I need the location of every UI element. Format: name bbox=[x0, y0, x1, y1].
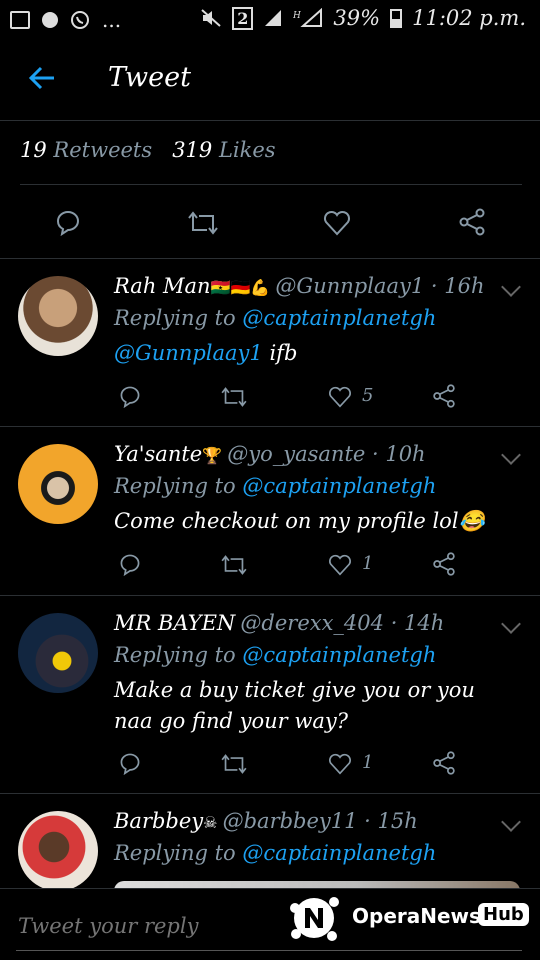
reply-tweet[interactable]: Barbbey☠ @barbbey11 · 15h Replying to @c… bbox=[0, 793, 540, 888]
divider bbox=[0, 120, 540, 121]
like-icon[interactable] bbox=[328, 554, 352, 576]
sim-indicator: 2 bbox=[232, 6, 254, 30]
name-emojis: 🇬🇭🇩🇪💪 bbox=[210, 278, 271, 297]
reply-icon[interactable] bbox=[118, 552, 142, 576]
svg-text:H: H bbox=[293, 11, 301, 21]
share-icon[interactable] bbox=[432, 384, 456, 408]
replying-to: Replying to @captainplanetgh bbox=[114, 841, 437, 865]
share-icon[interactable] bbox=[458, 208, 486, 236]
signal-icon bbox=[265, 10, 282, 26]
avatar[interactable] bbox=[18, 444, 98, 524]
tweet-text: Make a buy ticket give you or you naa go… bbox=[114, 678, 475, 733]
battery-percent: 39% bbox=[333, 6, 381, 30]
display-name[interactable]: Barbbey bbox=[114, 809, 203, 833]
retweet-icon[interactable] bbox=[220, 386, 248, 408]
app-bar: Tweet bbox=[0, 40, 540, 120]
operanews-logo-icon bbox=[290, 897, 339, 941]
mention-link[interactable]: @captainplanetgh bbox=[242, 643, 436, 667]
display-name[interactable]: Rah Man bbox=[114, 274, 211, 298]
tweet-text: Come checkout on my profile lol😂 bbox=[114, 509, 485, 533]
chevron-down-icon[interactable] bbox=[501, 812, 521, 832]
display-name[interactable]: MR BAYEN bbox=[114, 611, 235, 635]
signal-icon-2: H bbox=[293, 8, 323, 27]
like-icon[interactable] bbox=[328, 386, 352, 408]
display-name[interactable]: Ya'sante bbox=[114, 442, 202, 466]
like-count: 1 bbox=[362, 553, 374, 574]
mention-link[interactable]: @captainplanetgh bbox=[242, 474, 436, 498]
user-handle[interactable]: @derexx_404 · 14h bbox=[240, 611, 444, 635]
avatar[interactable] bbox=[18, 811, 98, 888]
operanews-wordmark: OperaNews bbox=[352, 904, 481, 928]
chevron-down-icon[interactable] bbox=[501, 614, 521, 634]
notification-dot-icon bbox=[42, 12, 58, 28]
like-icon[interactable] bbox=[323, 210, 351, 236]
mute-icon bbox=[201, 9, 221, 27]
user-handle[interactable]: @barbbey11 · 15h bbox=[223, 809, 418, 833]
mention-link[interactable]: @captainplanetgh bbox=[242, 306, 436, 330]
user-handle[interactable]: @yo_yasante · 10h bbox=[227, 442, 425, 466]
page-title: Tweet bbox=[108, 62, 191, 93]
reply-underline bbox=[16, 950, 522, 951]
reply-icon[interactable] bbox=[54, 208, 82, 236]
name-emojis: ☠ bbox=[203, 813, 218, 832]
chevron-down-icon[interactable] bbox=[501, 445, 521, 465]
retweets-stat[interactable]: 19 Retweets bbox=[20, 138, 152, 162]
avatar[interactable] bbox=[18, 613, 98, 693]
name-emojis: 🏆 bbox=[202, 446, 223, 465]
main-actions bbox=[0, 204, 540, 240]
retweet-icon[interactable] bbox=[220, 753, 248, 775]
share-icon[interactable] bbox=[432, 552, 456, 576]
back-arrow-icon[interactable] bbox=[28, 64, 56, 92]
more-notifications: ... bbox=[102, 8, 122, 32]
whatsapp-icon bbox=[71, 11, 89, 29]
like-count: 5 bbox=[362, 385, 374, 406]
hub-badge: Hub bbox=[478, 903, 529, 926]
reply-icon[interactable] bbox=[118, 751, 142, 775]
replying-to: Replying to @captainplanetgh bbox=[114, 474, 437, 498]
reply-tweet[interactable]: Ya'sante🏆 @yo_yasante · 10h Replying to … bbox=[0, 426, 540, 594]
chevron-down-icon[interactable] bbox=[501, 277, 521, 297]
retweet-icon[interactable] bbox=[187, 210, 219, 236]
avatar[interactable] bbox=[18, 276, 98, 356]
tweet-text: @Gunnplaay1 ifb bbox=[114, 341, 298, 365]
reply-tweet[interactable]: MR BAYEN @derexx_404 · 14h Replying to @… bbox=[0, 595, 540, 793]
reply-input[interactable] bbox=[16, 908, 280, 944]
likes-stat[interactable]: 319 Likes bbox=[172, 138, 275, 162]
replying-to: Replying to @captainplanetgh bbox=[114, 643, 437, 667]
status-bar: ... 2 H 39% 11:02 p.m. bbox=[0, 0, 540, 40]
clock: 11:02 p.m. bbox=[412, 6, 526, 30]
divider bbox=[20, 184, 522, 185]
share-icon[interactable] bbox=[432, 751, 456, 775]
gallery-icon bbox=[10, 11, 30, 29]
reply-tweet[interactable]: Rah Man🇬🇭🇩🇪💪 @Gunnplaay1 · 16h Replying … bbox=[0, 258, 540, 426]
divider bbox=[0, 888, 540, 889]
like-count: 1 bbox=[362, 752, 374, 773]
battery-icon bbox=[390, 9, 403, 28]
reply-bar: OperaNews Hub bbox=[0, 888, 540, 960]
like-icon[interactable] bbox=[328, 753, 352, 775]
operanews-logo bbox=[286, 890, 342, 946]
reply-icon[interactable] bbox=[118, 384, 142, 408]
replying-to: Replying to @captainplanetgh bbox=[114, 306, 437, 330]
tweet-stats: 19 Retweets 319 Likes bbox=[20, 138, 276, 162]
mention-link[interactable]: @captainplanetgh bbox=[242, 841, 436, 865]
mention-link[interactable]: @Gunnplaay1 bbox=[114, 341, 263, 365]
user-handle[interactable]: @Gunnplaay1 · 16h bbox=[275, 274, 484, 298]
retweet-icon[interactable] bbox=[220, 554, 248, 576]
media-preview[interactable] bbox=[114, 881, 520, 888]
